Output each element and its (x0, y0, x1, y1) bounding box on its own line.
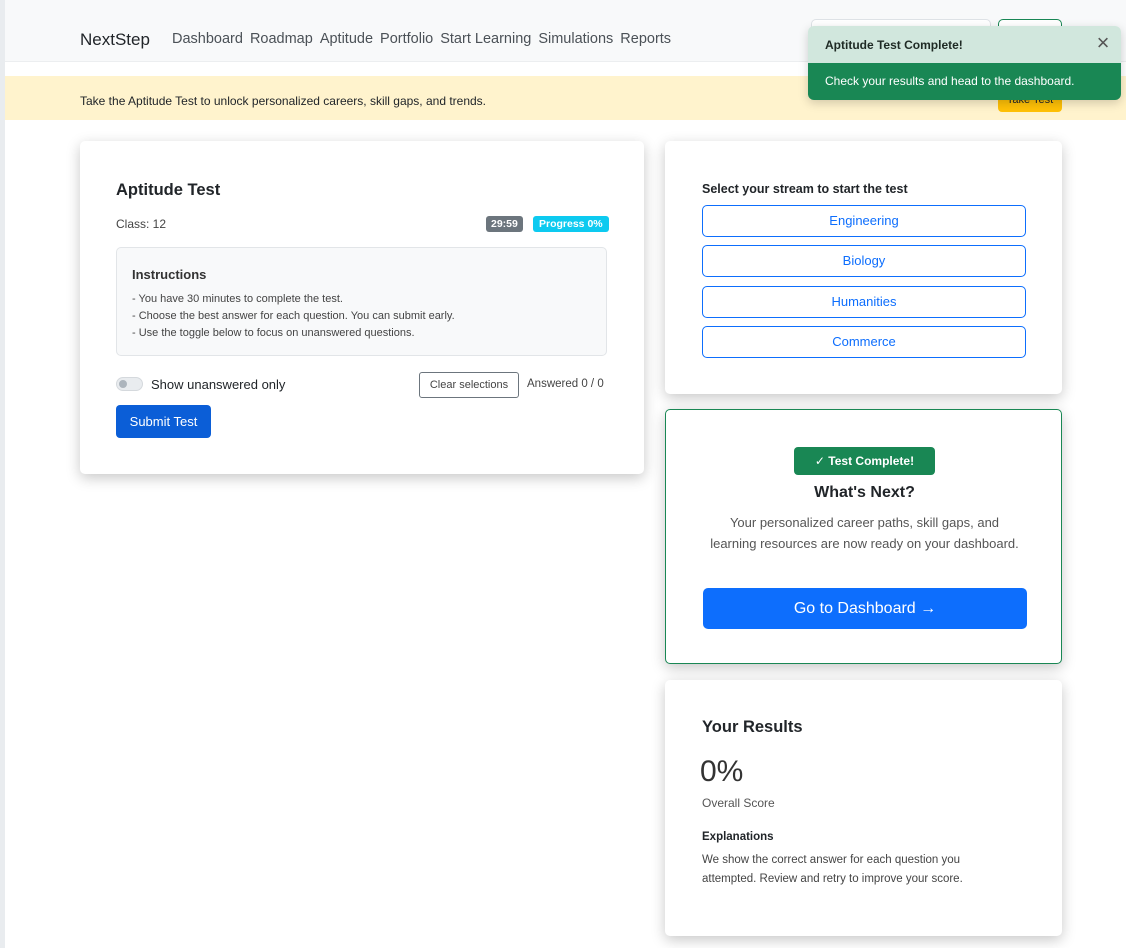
toggle-knob (119, 380, 127, 388)
stream-humanities-button[interactable]: Humanities (702, 286, 1026, 318)
brand-logo[interactable]: NextStep (80, 30, 150, 50)
whats-next-title: What's Next? (814, 484, 915, 501)
stream-title: Select your stream to start the test (702, 182, 908, 196)
stream-engineering-button[interactable]: Engineering (702, 205, 1026, 237)
close-icon[interactable]: × (1093, 31, 1113, 55)
nav-link-simulations[interactable]: Simulations (538, 31, 613, 47)
instruction-line: - Use the toggle below to focus on unans… (132, 327, 415, 339)
results-card: Your Results 0% Overall Score Explanatio… (665, 680, 1062, 936)
banner-text: Take the Aptitude Test to unlock persona… (80, 94, 487, 108)
nav-link-start-learning[interactable]: Start Learning (440, 31, 531, 47)
toggle-label: Show unanswered only (151, 377, 286, 392)
stream-commerce-button[interactable]: Commerce (702, 326, 1026, 358)
instruction-line: - Choose the best answer for each questi… (132, 310, 455, 322)
results-title: Your Results (702, 718, 803, 736)
explanations-title: Explanations (702, 831, 774, 843)
nav-links: Dashboard Roadmap Aptitude Portfolio Sta… (172, 31, 671, 47)
overall-score: 0% (700, 755, 744, 788)
nav-link-dashboard[interactable]: Dashboard (172, 31, 243, 47)
instructions-box: Instructions - You have 30 minutes to co… (116, 247, 607, 356)
test-complete-badge: ✓ Test Complete! (794, 447, 935, 475)
page-left-edge (0, 0, 5, 948)
instruction-line: - You have 30 minutes to complete the te… (132, 293, 343, 305)
nav-link-portfolio[interactable]: Portfolio (380, 31, 433, 47)
toast-title: Aptitude Test Complete! (825, 38, 963, 52)
stream-select-card: Select your stream to start the test Eng… (665, 141, 1062, 394)
unanswered-only-toggle[interactable] (116, 377, 143, 391)
instructions-title: Instructions (132, 267, 207, 282)
go-to-dashboard-button[interactable]: Go to Dashboard → (703, 588, 1027, 629)
toast-body: Check your results and head to the dashb… (808, 63, 1121, 100)
toast-header: Aptitude Test Complete! × (808, 26, 1121, 63)
stream-biology-button[interactable]: Biology (702, 245, 1026, 277)
nav-link-aptitude[interactable]: Aptitude (320, 31, 373, 47)
toast-message: Check your results and head to the dashb… (825, 74, 1075, 88)
timer-badge: 29:59 (486, 216, 523, 232)
clear-selections-button[interactable]: Clear selections (419, 372, 519, 398)
test-complete-toast: Aptitude Test Complete! × Check your res… (808, 26, 1121, 100)
submit-test-button[interactable]: Submit Test (116, 405, 211, 438)
class-label: Class: 12 (116, 217, 167, 231)
explanations-text: We show the correct answer for each ques… (702, 854, 963, 885)
test-title: Aptitude Test (116, 181, 221, 199)
nav-link-roadmap[interactable]: Roadmap (250, 31, 313, 47)
answered-count: Answered 0 / 0 (527, 378, 604, 390)
aptitude-test-card: Aptitude Test Class: 12 29:59 Progress 0… (80, 141, 644, 474)
progress-badge: Progress 0% (533, 216, 609, 232)
whats-next-description: Your personalized career paths, skill ga… (710, 515, 1019, 551)
whats-next-card: ✓ Test Complete! What's Next? Your perso… (665, 409, 1062, 664)
nav-link-reports[interactable]: Reports (620, 31, 671, 47)
score-label: Overall Score (702, 796, 775, 810)
